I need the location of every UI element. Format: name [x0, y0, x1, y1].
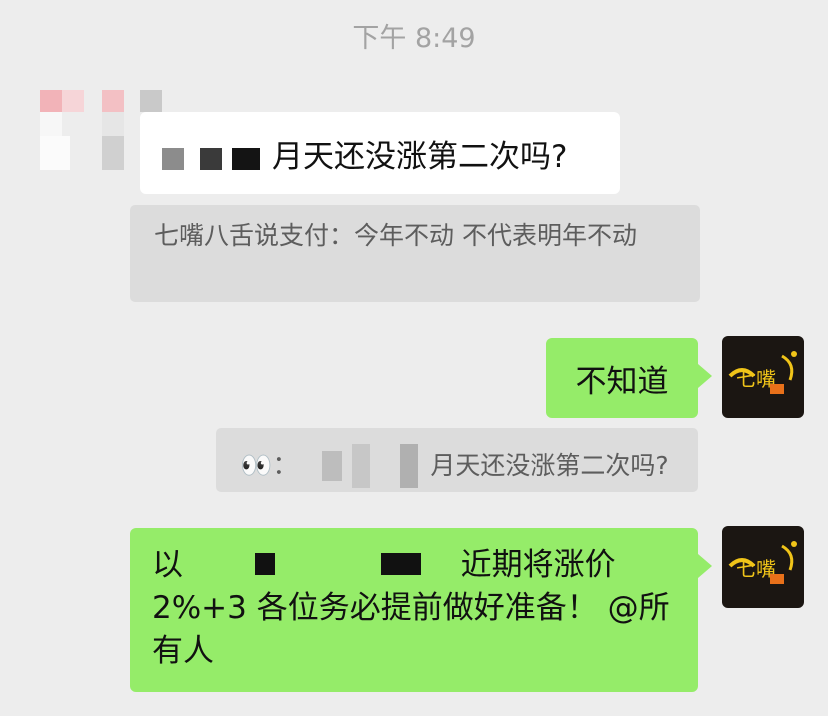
- message-text: 不知道: [575, 363, 669, 400]
- mosaic-redaction: [322, 451, 343, 481]
- outgoing-message-bubble[interactable]: 不知道: [546, 338, 712, 418]
- timestamp: 下午 8:49: [352, 23, 476, 54]
- brand-logo-icon: 七嘴: [728, 541, 797, 584]
- mosaic-redaction: [254, 553, 275, 575]
- quoted-reply[interactable]: 七嘴八舌说支付：今年不动 不代表明年不动: [130, 205, 700, 302]
- mosaic-redaction: [232, 148, 260, 170]
- mosaic-redaction: [352, 444, 371, 488]
- avatar[interactable]: 七嘴: [722, 526, 804, 608]
- eyes-icon: 👀：: [240, 451, 299, 481]
- mosaic-redaction: [200, 148, 222, 170]
- mosaic-redaction: [162, 148, 184, 170]
- brand-logo-icon: 七嘴: [728, 351, 797, 394]
- quote-text: 月天还没涨第二次吗?: [430, 451, 669, 480]
- outgoing-message-bubble[interactable]: 以 近期将涨价 2%+3 各位务必提前做好准备！ @所有人: [130, 528, 712, 692]
- avatar[interactable]: 七嘴: [722, 336, 804, 418]
- mosaic-redaction: [400, 444, 419, 488]
- incoming-message-bubble[interactable]: 月天还没涨第二次吗?: [140, 112, 620, 194]
- message-prefix: 以: [152, 547, 183, 583]
- quote-text: 七嘴八舌说支付：今年不动 不代表明年不动: [154, 221, 637, 250]
- mosaic-redaction: [380, 553, 421, 575]
- message-text: 月天还没涨第二次吗?: [272, 138, 568, 175]
- quoted-reply[interactable]: 👀： 月天还没涨第二次吗?: [216, 428, 698, 492]
